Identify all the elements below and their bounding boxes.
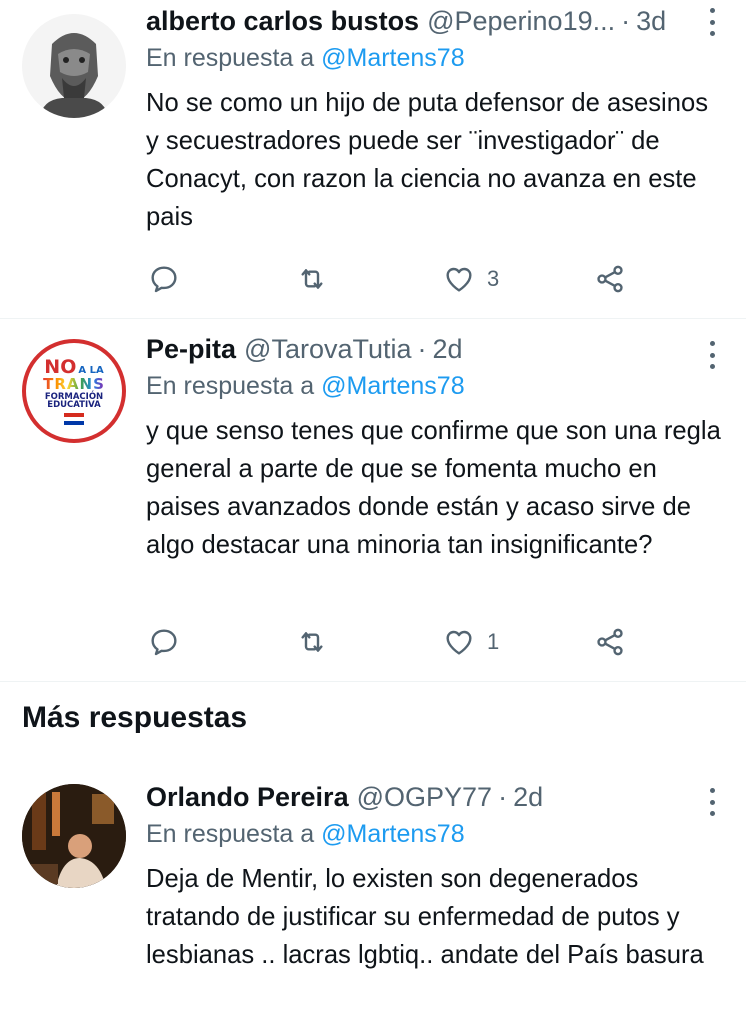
reply-prefix: En respuesta a <box>146 372 315 400</box>
author-name[interactable]: Pe-pita <box>146 334 236 365</box>
share-button[interactable] <box>594 622 626 662</box>
badge-a-la: A LA <box>78 364 104 376</box>
avatar[interactable] <box>22 784 126 888</box>
retweet-icon <box>301 632 323 652</box>
reply-mention[interactable]: @Martens78 <box>321 44 465 72</box>
author-handle[interactable]: @TarovaTutia <box>244 334 411 365</box>
tweet-text: No se como un hijo de puta defensor de a… <box>146 89 709 231</box>
more-options-icon[interactable] <box>708 8 716 36</box>
tweet-actions: 3 <box>146 259 646 299</box>
reply-mention[interactable]: @Martens78 <box>321 372 465 400</box>
reply-context: En respuesta a @Martens78 <box>146 372 726 410</box>
more-options-icon[interactable] <box>708 341 716 369</box>
tweet-text: Deja de Mentir, lo existen son degenerad… <box>146 865 704 969</box>
flag-icon <box>64 412 84 425</box>
share-icon <box>597 628 623 656</box>
author-handle[interactable]: @OGPY77 <box>357 782 492 813</box>
tweet-header: Pe-pita @TarovaTutia · 2d <box>146 334 726 370</box>
separator-dot: · <box>621 6 631 36</box>
avatar-image <box>22 784 126 888</box>
more-options-icon[interactable] <box>708 788 716 816</box>
like-count: 3 <box>487 266 500 291</box>
share-button[interactable] <box>594 259 626 299</box>
reply-context: En respuesta a @Martens78 <box>146 44 726 82</box>
reply-icon <box>151 629 177 656</box>
tweet-header: Orlando Pereira @OGPY77 · 2d <box>146 782 726 818</box>
heart-icon <box>446 630 472 655</box>
retweet-icon <box>301 269 323 289</box>
like-count: 1 <box>487 629 500 654</box>
reply-prefix: En respuesta a <box>146 44 315 72</box>
timestamp[interactable]: 2d <box>513 782 543 813</box>
tweet[interactable]: alberto carlos bustos @Peperino19... · 3… <box>0 0 746 318</box>
tweet-actions: 1 <box>146 622 646 662</box>
author-name[interactable]: Orlando Pereira <box>146 782 349 813</box>
avatar[interactable]: NO A LA TRANS FORMACIÓN EDUCATIVA <box>22 339 126 443</box>
reply-mention[interactable]: @Martens78 <box>321 820 465 848</box>
more-replies-heading: Más respuestas <box>22 701 248 734</box>
timestamp[interactable]: 3d <box>636 6 666 37</box>
reply-context: En respuesta a @Martens78 <box>146 820 726 858</box>
timestamp[interactable]: 2d <box>433 334 463 365</box>
author-handle[interactable]: @Peperino19... <box>427 6 615 37</box>
retweet-button[interactable] <box>296 259 328 299</box>
badge-trans: TRANS <box>43 374 105 393</box>
separator-dot: · <box>498 782 508 812</box>
author-name[interactable]: alberto carlos bustos <box>146 6 419 37</box>
retweet-button[interactable] <box>296 622 328 662</box>
avatar-badge: NO A LA TRANS FORMACIÓN EDUCATIVA <box>26 343 122 439</box>
reply-button[interactable] <box>148 622 180 662</box>
badge-no: NO <box>44 355 77 378</box>
divider <box>0 681 746 682</box>
avatar-image <box>22 14 126 118</box>
separator-dot: · <box>417 334 427 364</box>
tweet[interactable]: Orlando Pereira @OGPY77 · 2d En respuest… <box>0 770 746 1024</box>
like-button[interactable]: 1 <box>443 622 499 662</box>
tweet-text: y que senso tenes que confirme que son u… <box>146 417 721 559</box>
reply-prefix: En respuesta a <box>146 820 315 848</box>
heart-icon <box>446 267 472 292</box>
avatar[interactable] <box>22 14 126 118</box>
tweet[interactable]: NO A LA TRANS FORMACIÓN EDUCATIVA Pe-pit… <box>0 319 746 681</box>
badge-educativa: EDUCATIVA <box>47 400 101 410</box>
reply-icon <box>151 266 177 293</box>
reply-button[interactable] <box>148 259 180 299</box>
share-icon <box>597 265 623 293</box>
tweet-header: alberto carlos bustos @Peperino19... · 3… <box>146 6 726 42</box>
like-button[interactable]: 3 <box>443 259 499 299</box>
